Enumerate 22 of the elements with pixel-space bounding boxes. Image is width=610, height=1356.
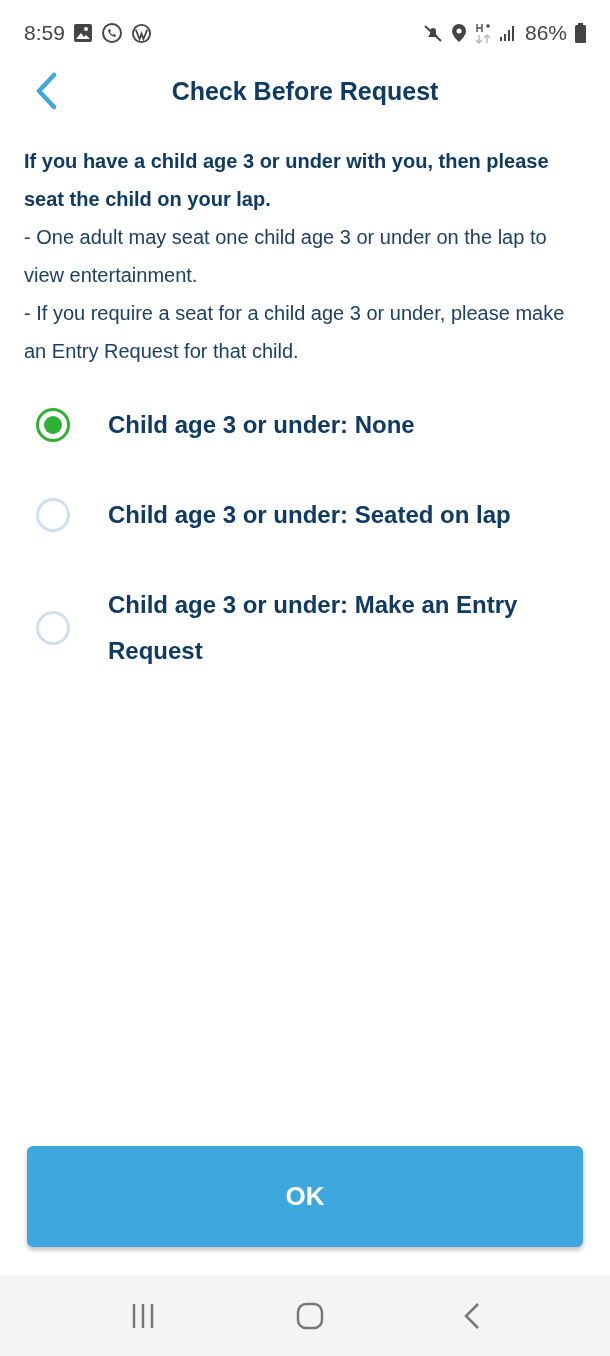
back-chevron-icon	[34, 72, 58, 110]
intro-note: - If you require a seat for a child age 3 or under, please make an Entry Request for that child.	[24, 301, 566, 364]
status-time: 8:59	[24, 21, 65, 45]
image-icon	[72, 23, 93, 43]
radio-button[interactable]	[36, 408, 70, 442]
recent-apps-icon[interactable]	[130, 1302, 156, 1329]
option-label[interactable]: Child age 3 or under: Make an Entry Request	[108, 582, 548, 674]
chat-icon	[100, 22, 123, 44]
page-title: Check Before Request	[171, 76, 439, 106]
option-label[interactable]: Child age 3 or under: None	[108, 402, 415, 448]
signal-icon	[498, 24, 517, 42]
intro-heading: If you have a child age 3 or under with you, then please seat the child on your lap.	[24, 149, 550, 212]
option-label[interactable]: Child age 3 or under: Seated on lap	[108, 492, 511, 538]
battery-percent: 86%	[524, 21, 567, 45]
mute-icon	[422, 23, 443, 43]
location-icon	[450, 23, 467, 43]
back-icon[interactable]	[464, 1301, 480, 1330]
intro-note: - One adult may seat one child age 3 or under on the lap to view entertainment.	[24, 225, 548, 288]
battery-icon	[575, 23, 586, 43]
wordpress-icon	[130, 22, 152, 44]
data-icon	[474, 22, 491, 44]
home-icon[interactable]	[296, 1301, 324, 1330]
